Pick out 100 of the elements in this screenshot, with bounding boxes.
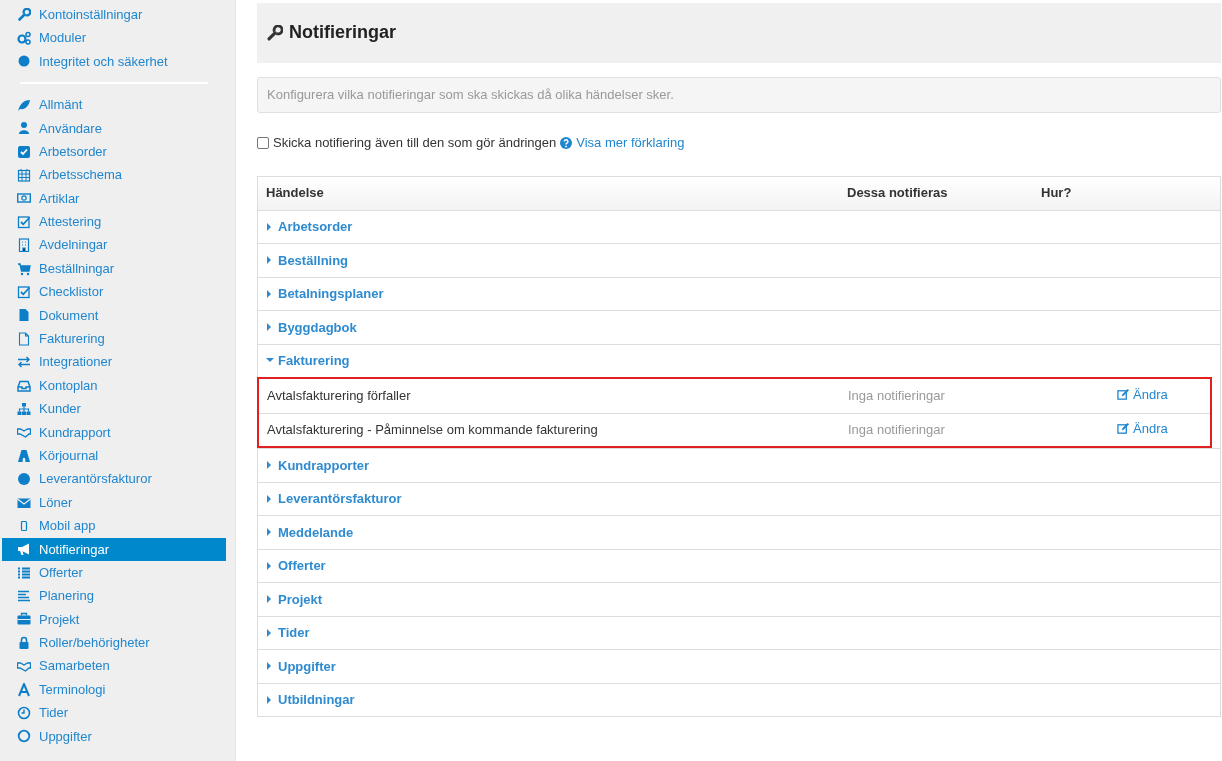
caret-icon [266,222,274,231]
circle-outline-icon [17,729,31,744]
sidebar-item[interactable]: Offerter [2,561,226,585]
edit-link[interactable]: Ändra [1117,384,1168,405]
user-icon [17,121,31,136]
document-outline-icon [17,331,31,346]
checked-box-icon [17,214,31,229]
sidebar-item[interactable]: Terminologi [2,677,226,702]
clock-icon [17,706,31,720]
sidebar-item[interactable]: Beställningar [2,256,226,281]
hierarchy-icon [17,401,31,416]
leaf-icon [17,97,31,112]
group-toggle[interactable]: Kundrapporter [258,455,369,475]
circle-icon [17,472,31,487]
group-toggle[interactable]: Byggdagbok [258,317,357,337]
caret-icon [266,289,274,298]
caret-icon [266,461,274,470]
checkbox[interactable] [257,136,269,149]
megaphone-icon [17,542,31,557]
group-toggle[interactable]: Tider [258,623,310,643]
lines-icon [17,589,31,604]
font-icon [17,682,31,697]
sidebar-item[interactable]: Tider [2,701,226,725]
column-header: Händelse [265,184,325,203]
sidebar-item[interactable]: Integritet och säkerhet [2,49,226,74]
caret-icon [266,356,274,365]
sidebar-item[interactable]: Attestering [2,210,226,234]
caret-icon [266,695,274,704]
briefcase-icon [17,612,31,627]
sidebar-item[interactable]: Kundrapport [2,420,226,445]
sidebar-item[interactable]: Allmänt [2,93,226,117]
sidebar-item[interactable]: Mobil app [2,514,226,538]
list-icon [17,565,31,580]
sidebar-item[interactable]: Kontoinställningar [2,3,226,27]
sidebar-item[interactable]: Löner [2,490,226,515]
sidebar-item[interactable]: Integrationer [2,350,226,374]
group-toggle[interactable]: Beställning [258,250,349,270]
sidebar-item[interactable]: Kontoplan [2,373,226,398]
document-icon [17,308,31,323]
column-header: Dessa notifieras [846,184,949,203]
group-toggle[interactable]: Leverantörsfakturor [258,489,402,509]
group-toggle[interactable]: Meddelande [258,522,354,542]
gears-icon [17,31,31,46]
table-cell-text: Inga notifieringar [847,421,946,439]
edit-icon [1117,388,1130,402]
sidebar-item[interactable]: Roller/behörigheter [2,631,226,655]
sidebar-item[interactable]: Planering [2,584,226,608]
caret-icon [266,561,274,570]
checkbox-label: Skicka notifiering även till den som gör ändringen [273,134,557,152]
group-toggle[interactable]: Fakturering [258,351,350,371]
sidebar-item[interactable]: Checklistor [2,280,226,304]
table-cell-text: Avtalsfakturering förfaller [266,387,412,405]
help-link[interactable]: Visa mer förklaring [560,133,685,153]
sidebar-item[interactable]: Avdelningar [2,233,226,257]
sidebar-item[interactable]: Dokument [2,303,226,328]
sidebar-item[interactable]: Arbetsschema [2,163,226,187]
calendar-icon [17,168,31,183]
banknote-icon [17,191,31,206]
edit-icon [1117,422,1130,436]
checkbox-icon [17,144,31,159]
sidebar-item[interactable]: Kunder [2,397,226,421]
caret-icon [266,528,274,537]
cart-icon [17,261,31,276]
sidebar-item[interactable]: Notifieringar [2,537,226,561]
group-toggle[interactable]: Utbildningar [258,690,355,710]
sidebar-item[interactable]: Artiklar [2,186,226,211]
sidebar-item[interactable]: Projekt [2,607,226,632]
caret-icon [266,595,274,604]
building-icon [17,238,31,253]
arrows-icon [17,355,31,370]
inbox-icon [17,378,31,393]
sidebar-item[interactable]: Leverantörsfakturor [2,467,226,491]
caret-icon [266,323,274,332]
caret-icon [266,494,274,503]
wrench-icon [266,24,283,42]
group-toggle[interactable]: Offerter [258,556,326,576]
column-header: Hur? [1040,184,1073,203]
edit-link[interactable]: Ändra [1117,418,1168,439]
info-panel: Konfigurera vilka notifieringar som ska skickas då olika händelser sker. [257,77,1221,113]
sidebar-item[interactable]: Arbetsorder [2,139,226,164]
sidebar-item[interactable]: Körjournal [2,444,226,468]
sidebar-item[interactable]: Fakturering [2,327,226,351]
help-icon [560,136,573,149]
group-toggle[interactable]: Arbetsorder [258,217,353,237]
wrench-icon [17,7,31,22]
sidebar-item[interactable]: Samarbeten [2,654,226,678]
group-toggle[interactable]: Betalningsplaner [258,284,384,304]
group-toggle[interactable]: Uppgifter [258,656,336,676]
checked-box-icon [17,285,31,299]
table-cell-text: Avtalsfakturering - Påminnelse om kommande fakturering [266,421,599,439]
sidebar-item[interactable]: Användare [2,116,226,140]
lock-icon [17,635,31,650]
caret-icon [266,628,274,637]
group-toggle[interactable]: Projekt [258,589,323,609]
caret-icon [266,256,274,265]
sidebar-item[interactable]: Uppgifter [2,724,226,749]
table-cell-text: Inga notifieringar [847,387,946,405]
page-title: Notifieringar [289,22,396,44]
caret-icon [266,662,274,671]
sidebar-item[interactable]: Moduler [2,26,226,50]
